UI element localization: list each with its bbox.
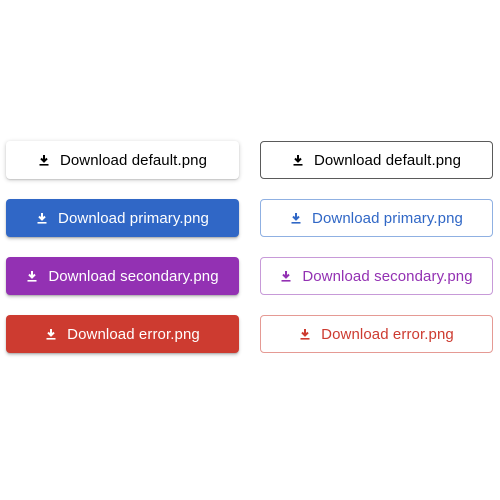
download-default-outlined-button[interactable]: Download default.png <box>260 141 493 179</box>
download-error-button[interactable]: Download error.png <box>6 315 239 353</box>
download-secondary-button[interactable]: Download secondary.png <box>6 257 239 295</box>
button-label: Download secondary.png <box>302 267 473 285</box>
button-label: Download error.png <box>67 325 200 343</box>
download-icon <box>26 270 38 282</box>
button-label: Download default.png <box>313 151 462 169</box>
button-label: Download primary.png <box>312 209 463 227</box>
download-icon <box>280 270 292 282</box>
button-label: Download error.png <box>321 325 454 343</box>
button-label: Download primary.png <box>58 209 209 227</box>
download-icon <box>299 328 311 340</box>
download-secondary-outlined-button[interactable]: Download secondary.png <box>260 257 493 295</box>
download-icon <box>38 154 50 166</box>
download-error-outlined-button[interactable]: Download error.png <box>260 315 493 353</box>
download-button-grid: Download default.png Download default.pn… <box>6 141 494 353</box>
download-default-button[interactable]: Download default.png <box>6 141 239 179</box>
download-primary-outlined-button[interactable]: Download primary.png <box>260 199 493 237</box>
button-label: Download default.png <box>59 151 208 169</box>
download-icon <box>36 212 48 224</box>
download-icon <box>290 212 302 224</box>
download-icon <box>292 154 304 166</box>
button-label: Download secondary.png <box>48 267 219 285</box>
download-primary-button[interactable]: Download primary.png <box>6 199 239 237</box>
download-icon <box>45 328 57 340</box>
